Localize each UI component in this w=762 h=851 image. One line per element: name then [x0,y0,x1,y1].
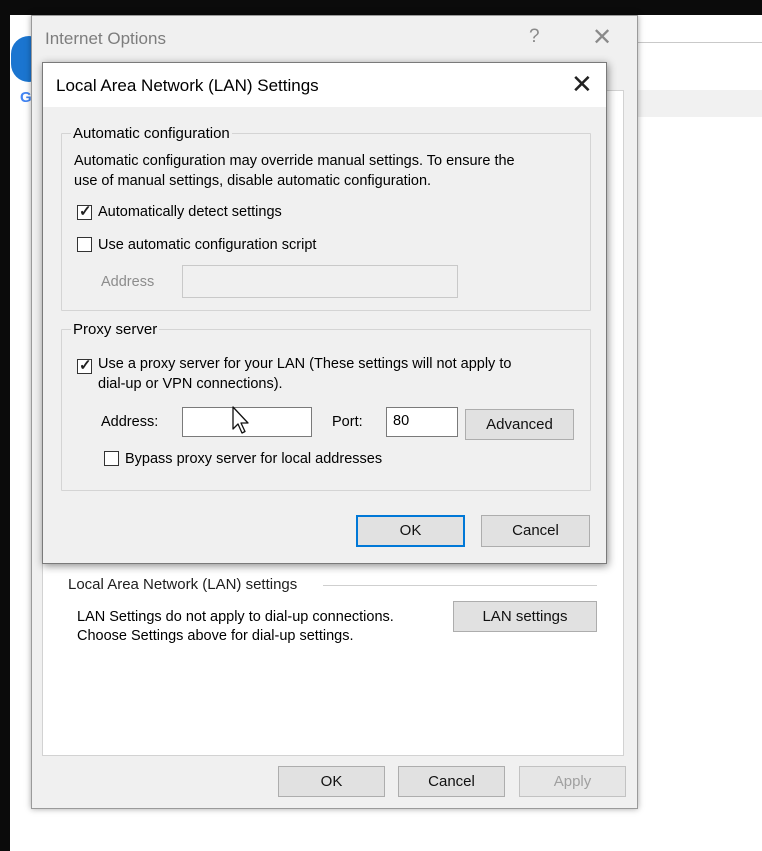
use-proxy-label-line1: Use a proxy server for your LAN (These s… [98,356,512,372]
bypass-local-checkbox[interactable] [104,451,119,466]
window-close-icon[interactable]: ✕ [592,23,612,52]
window-apply-button[interactable]: Apply [519,766,626,797]
proxy-port-input[interactable]: 80 [386,407,458,437]
auto-config-desc-line2: use of manual settings, disable automati… [74,173,432,189]
lan-settings-button[interactable]: LAN settings [453,601,597,632]
help-icon[interactable]: ? [529,26,540,48]
left-dark-strip [0,0,10,851]
window-title: Internet Options [45,29,166,48]
checkmark-icon: ✓ [79,357,92,374]
script-address-label: Address [101,274,155,290]
window-cancel-button[interactable]: Cancel [398,766,505,797]
dialog-close-icon[interactable]: ✕ [571,69,593,100]
lan-group-label: Local Area Network (LAN) settings [68,576,298,593]
mouse-cursor-icon [232,406,249,434]
dialog-ok-button[interactable]: OK [356,515,465,547]
top-dark-strip [0,0,762,15]
bypass-local-label: Bypass proxy server for local addresses [125,451,383,467]
auto-config-label: Automatic configuration [71,125,232,142]
detect-settings-checkbox[interactable]: ✓ [77,203,92,220]
dialog-cancel-button[interactable]: Cancel [481,515,590,547]
lan-info-line2: Choose Settings above for dial-up settin… [77,628,354,644]
lan-settings-dialog: Local Area Network (LAN) Settings ✕ Auto… [42,62,607,564]
dialog-title: Local Area Network (LAN) Settings [56,76,319,95]
detect-settings-label: Automatically detect settings [98,204,282,220]
use-script-checkbox[interactable] [77,237,92,252]
window-ok-button[interactable]: OK [278,766,385,797]
advanced-button[interactable]: Advanced [465,409,574,440]
use-proxy-label-line2: dial-up or VPN connections). [98,376,283,392]
browser-address-line [636,42,762,43]
auto-config-desc-line1: Automatic configuration may override man… [74,153,515,169]
proxy-port-label: Port: [332,414,363,430]
script-address-input[interactable] [182,265,458,298]
checkmark-icon: ✓ [79,203,92,220]
use-proxy-checkbox[interactable]: ✓ [77,357,92,374]
use-script-label: Use automatic configuration script [98,237,317,253]
proxy-address-label: Address: [101,414,159,430]
lan-group-divider [323,585,597,586]
lan-info-line1: LAN Settings do not apply to dial-up con… [77,609,394,625]
proxy-server-label: Proxy server [71,321,160,338]
